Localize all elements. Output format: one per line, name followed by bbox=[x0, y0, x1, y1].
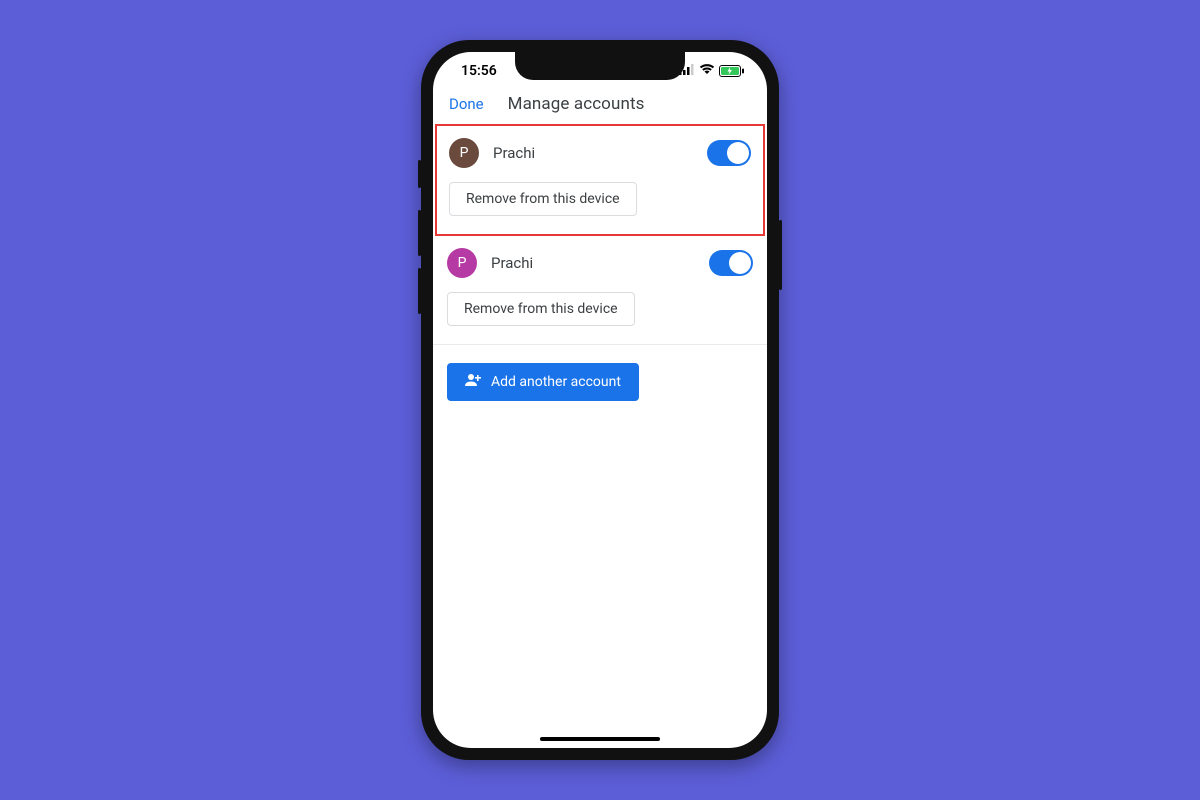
phone-frame: 15:56 Done Manage accounts bbox=[421, 40, 779, 760]
add-account-wrap: Add another account bbox=[433, 345, 767, 419]
account-toggle[interactable] bbox=[707, 140, 751, 166]
remove-from-device-button[interactable]: Remove from this device bbox=[449, 182, 637, 216]
avatar: P bbox=[449, 138, 479, 168]
account-item: P Prachi Remove from this device bbox=[435, 124, 765, 236]
account-row: P Prachi bbox=[447, 248, 753, 278]
wifi-icon bbox=[699, 63, 715, 79]
status-time: 15:56 bbox=[461, 63, 497, 79]
remove-button-label: Remove from this device bbox=[466, 191, 620, 207]
volume-down-button bbox=[418, 268, 421, 314]
account-row: P Prachi bbox=[449, 138, 751, 168]
home-indicator[interactable] bbox=[540, 737, 660, 741]
power-button bbox=[779, 220, 782, 290]
status-right bbox=[679, 63, 745, 79]
remove-from-device-button[interactable]: Remove from this device bbox=[447, 292, 635, 326]
account-name: Prachi bbox=[493, 144, 693, 162]
avatar: P bbox=[447, 248, 477, 278]
notch bbox=[515, 52, 685, 80]
screen: 15:56 Done Manage accounts bbox=[433, 52, 767, 748]
nav-header: Done Manage accounts bbox=[433, 90, 767, 124]
add-button-label: Add another account bbox=[491, 374, 621, 390]
account-name: Prachi bbox=[491, 254, 695, 272]
add-another-account-button[interactable]: Add another account bbox=[447, 363, 639, 401]
page-title: Manage accounts bbox=[508, 94, 645, 114]
volume-up-button bbox=[418, 210, 421, 256]
remove-button-label: Remove from this device bbox=[464, 301, 618, 317]
mute-switch bbox=[418, 160, 421, 188]
done-button[interactable]: Done bbox=[449, 95, 484, 113]
battery-charging-icon bbox=[719, 65, 745, 77]
person-add-icon bbox=[465, 373, 481, 391]
avatar-initial: P bbox=[460, 145, 469, 161]
avatar-initial: P bbox=[458, 255, 467, 271]
account-toggle[interactable] bbox=[709, 250, 753, 276]
accounts-list: P Prachi Remove from this device P Prach… bbox=[433, 124, 767, 345]
account-item: P Prachi Remove from this device bbox=[433, 236, 767, 345]
